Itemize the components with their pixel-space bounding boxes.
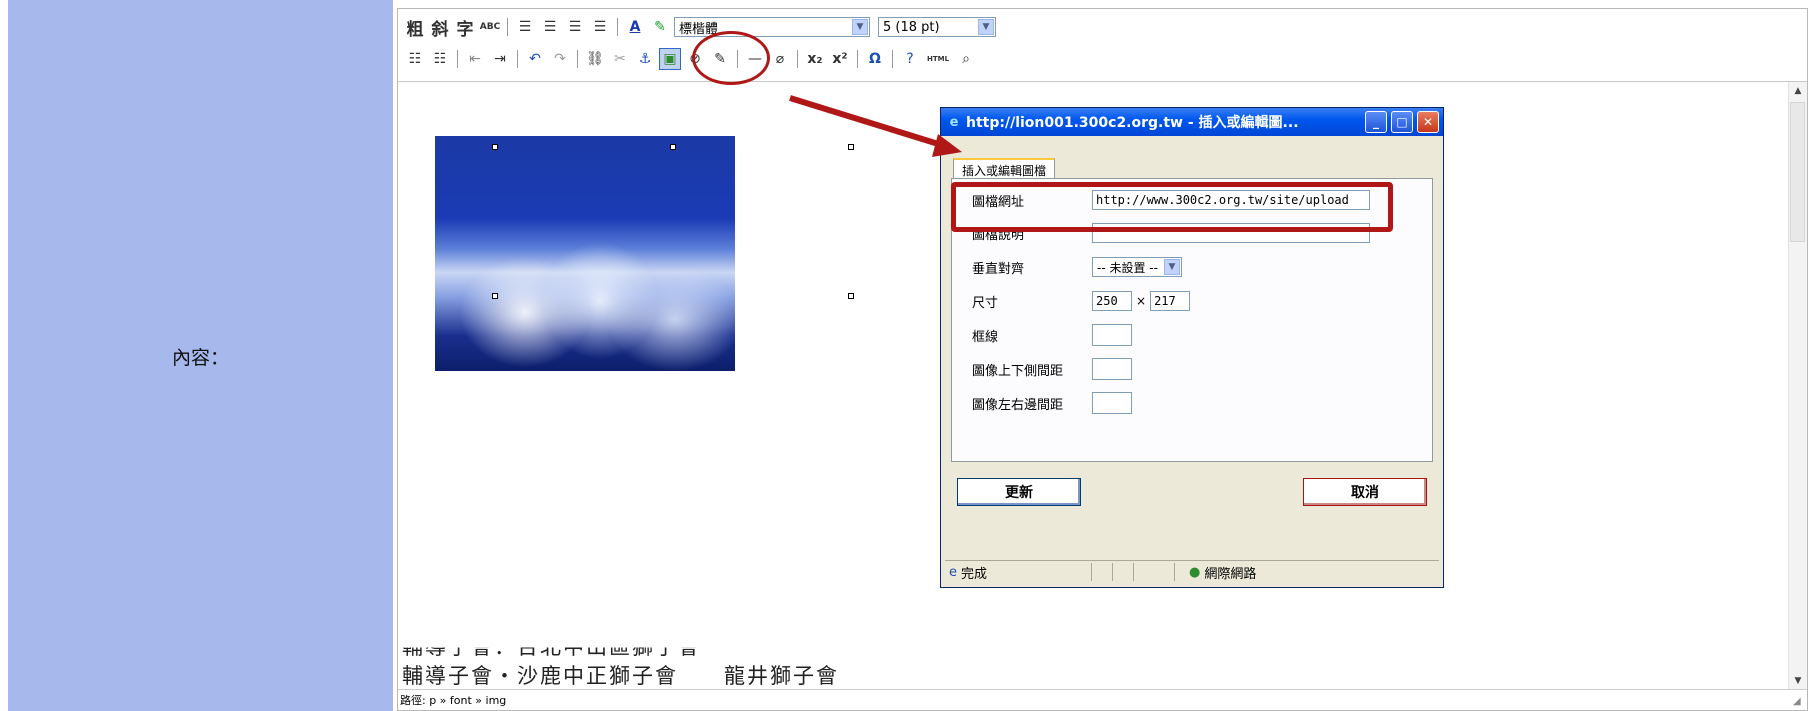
bullet-list-icon[interactable]: ☷ <box>404 48 426 70</box>
align-justify-icon[interactable]: ☰ <box>589 16 611 38</box>
vertical-align-value: -- 未設置 -- <box>1097 260 1158 275</box>
cancel-button[interactable]: 取消 <box>1303 478 1427 506</box>
close-button[interactable]: ✕ <box>1417 111 1439 133</box>
status-done: 完成 <box>961 566 988 582</box>
border-row: 框線 <box>972 324 1132 346</box>
size-row: 尺寸 250 × 217 <box>972 290 1191 312</box>
font-size-value: 5 (18 pt) <box>883 19 940 35</box>
height-input[interactable]: 217 <box>1150 291 1191 311</box>
border-input[interactable] <box>1092 324 1132 346</box>
hspace-input[interactable] <box>1092 392 1132 414</box>
font-size-select[interactable]: 5 (18 pt) ▼ <box>878 17 996 37</box>
underline-button[interactable]: 字 <box>454 16 476 40</box>
font-color-icon[interactable]: A <box>624 16 646 38</box>
unlink-icon[interactable]: ✂ <box>609 48 631 70</box>
resize-handle[interactable] <box>848 293 854 299</box>
editor-toolbar: 粗 斜 字 ABC ☰ ☰ ☰ ☰ A ✎ 標楷體 ▼ 5 (18 pt) ▼ … <box>398 9 1807 82</box>
hspace-row: 圖像左右邊間距 <box>972 392 1132 414</box>
align-row: 垂直對齊 -- 未設置 -- ▼ <box>972 256 1182 278</box>
align-label: 垂直對齊 <box>972 261 1025 277</box>
eraser-icon[interactable]: ⌀ <box>769 48 791 70</box>
ie-icon: e <box>949 114 959 130</box>
align-left-icon[interactable]: ☰ <box>514 16 536 38</box>
preview-icon[interactable]: ⌕ <box>955 48 977 70</box>
status-cell <box>1071 563 1092 581</box>
resize-handle[interactable] <box>670 144 676 150</box>
maximize-button[interactable]: □ <box>1391 111 1413 133</box>
toolbar-separator <box>457 50 458 68</box>
content-line-2: 輔導子會‧沙鹿中正獅子會 龍井獅子會 <box>402 664 839 688</box>
snow-forest-image[interactable] <box>435 136 735 371</box>
strikethrough-button[interactable]: ABC <box>479 16 501 38</box>
globe-icon: ● <box>1189 564 1201 580</box>
vspace-label: 圖像上下側間距 <box>972 363 1064 379</box>
toolbar-separator <box>577 50 578 68</box>
highlight-circle <box>692 31 770 85</box>
size-label: 尺寸 <box>972 295 999 311</box>
border-label: 框線 <box>972 329 999 345</box>
italic-button[interactable]: 斜 <box>429 16 451 40</box>
highlight-rectangle <box>951 182 1393 232</box>
anchor-icon[interactable]: ⚓ <box>634 48 656 70</box>
align-right-icon[interactable]: ☰ <box>564 16 586 38</box>
tab-insert-edit-image[interactable]: 插入或編輯圖檔 <box>953 158 1056 180</box>
insert-image-icon[interactable]: ▣ <box>659 48 681 70</box>
size-times: × <box>1136 294 1147 308</box>
toolbar-separator <box>892 50 893 68</box>
numbered-list-icon[interactable]: ☷ <box>429 48 451 70</box>
resize-handle[interactable] <box>492 293 498 299</box>
scroll-up-icon[interactable]: ▲ <box>1789 82 1807 100</box>
toolbar-separator <box>617 18 618 36</box>
status-cell <box>1134 563 1175 581</box>
editor-vertical-scrollbar[interactable]: ▲ ▼ <box>1788 82 1807 690</box>
indent-icon[interactable]: ⇥ <box>489 48 511 70</box>
html-source-button[interactable]: HTML <box>924 48 952 70</box>
scroll-thumb[interactable] <box>1790 102 1805 242</box>
toolbar-separator <box>507 18 508 36</box>
vspace-input[interactable] <box>1092 358 1132 380</box>
toolbar-separator <box>517 50 518 68</box>
special-char-icon[interactable]: Ω <box>864 48 886 70</box>
chevron-down-icon: ▼ <box>978 19 994 35</box>
element-path: 路徑: p » font » img <box>400 694 507 707</box>
status-zone: 網際網路 <box>1204 566 1257 582</box>
hspace-label: 圖像左右邊間距 <box>972 397 1064 413</box>
superscript-icon[interactable]: x² <box>829 48 851 70</box>
chevron-down-icon: ▼ <box>1164 259 1180 275</box>
outdent-icon[interactable]: ⇤ <box>464 48 486 70</box>
dialog-title-bar[interactable]: e http://lion001.300c2.org.tw - 插入或編輯圖..… <box>941 108 1443 136</box>
resize-grip-icon[interactable]: ◢ <box>1793 696 1805 708</box>
page-icon: e <box>949 564 957 580</box>
update-button[interactable]: 更新 <box>957 478 1081 506</box>
insert-image-dialog: e http://lion001.300c2.org.tw - 插入或編輯圖..… <box>940 107 1444 588</box>
minimize-button[interactable]: _ <box>1365 111 1387 133</box>
link-icon[interactable]: ⛓ <box>584 48 606 70</box>
resize-handle[interactable] <box>492 144 498 150</box>
width-input[interactable]: 250 <box>1092 291 1132 311</box>
toolbar-separator <box>797 50 798 68</box>
vspace-row: 圖像上下側間距 <box>972 358 1132 380</box>
align-center-icon[interactable]: ☰ <box>539 16 561 38</box>
dialog-title: http://lion001.300c2.org.tw - 插入或編輯圖... <box>966 115 1299 131</box>
toolbar-row-1: 粗 斜 字 ABC ☰ ☰ ☰ ☰ A ✎ 標楷體 ▼ 5 (18 pt) ▼ <box>404 13 1004 41</box>
editor-path-bar: 路徑: p » font » img ◢ <box>398 689 1807 710</box>
undo-icon[interactable]: ↶ <box>524 48 546 70</box>
scroll-down-icon[interactable]: ▼ <box>1789 672 1807 690</box>
toolbar-separator <box>857 50 858 68</box>
help-icon[interactable]: ? <box>899 48 921 70</box>
status-cell <box>1092 563 1113 581</box>
redo-icon[interactable]: ↷ <box>549 48 571 70</box>
content-line-1: 輔導子會：台北中山區獅子會 <box>402 635 701 660</box>
chevron-down-icon: ▼ <box>852 19 868 35</box>
bold-button[interactable]: 粗 <box>404 16 426 40</box>
dialog-status-bar: e 完成 ● 網際網路 <box>945 560 1439 583</box>
field-label-column: 內容： <box>8 0 393 711</box>
vertical-align-select[interactable]: -- 未設置 -- ▼ <box>1092 257 1182 277</box>
highlight-color-icon[interactable]: ✎ <box>649 16 671 38</box>
font-name-select[interactable]: 標楷體 ▼ <box>674 17 870 37</box>
subscript-icon[interactable]: x₂ <box>804 48 826 70</box>
content-field-label: 內容： <box>171 347 229 369</box>
status-cell <box>1113 563 1134 581</box>
resize-handle[interactable] <box>848 144 854 150</box>
